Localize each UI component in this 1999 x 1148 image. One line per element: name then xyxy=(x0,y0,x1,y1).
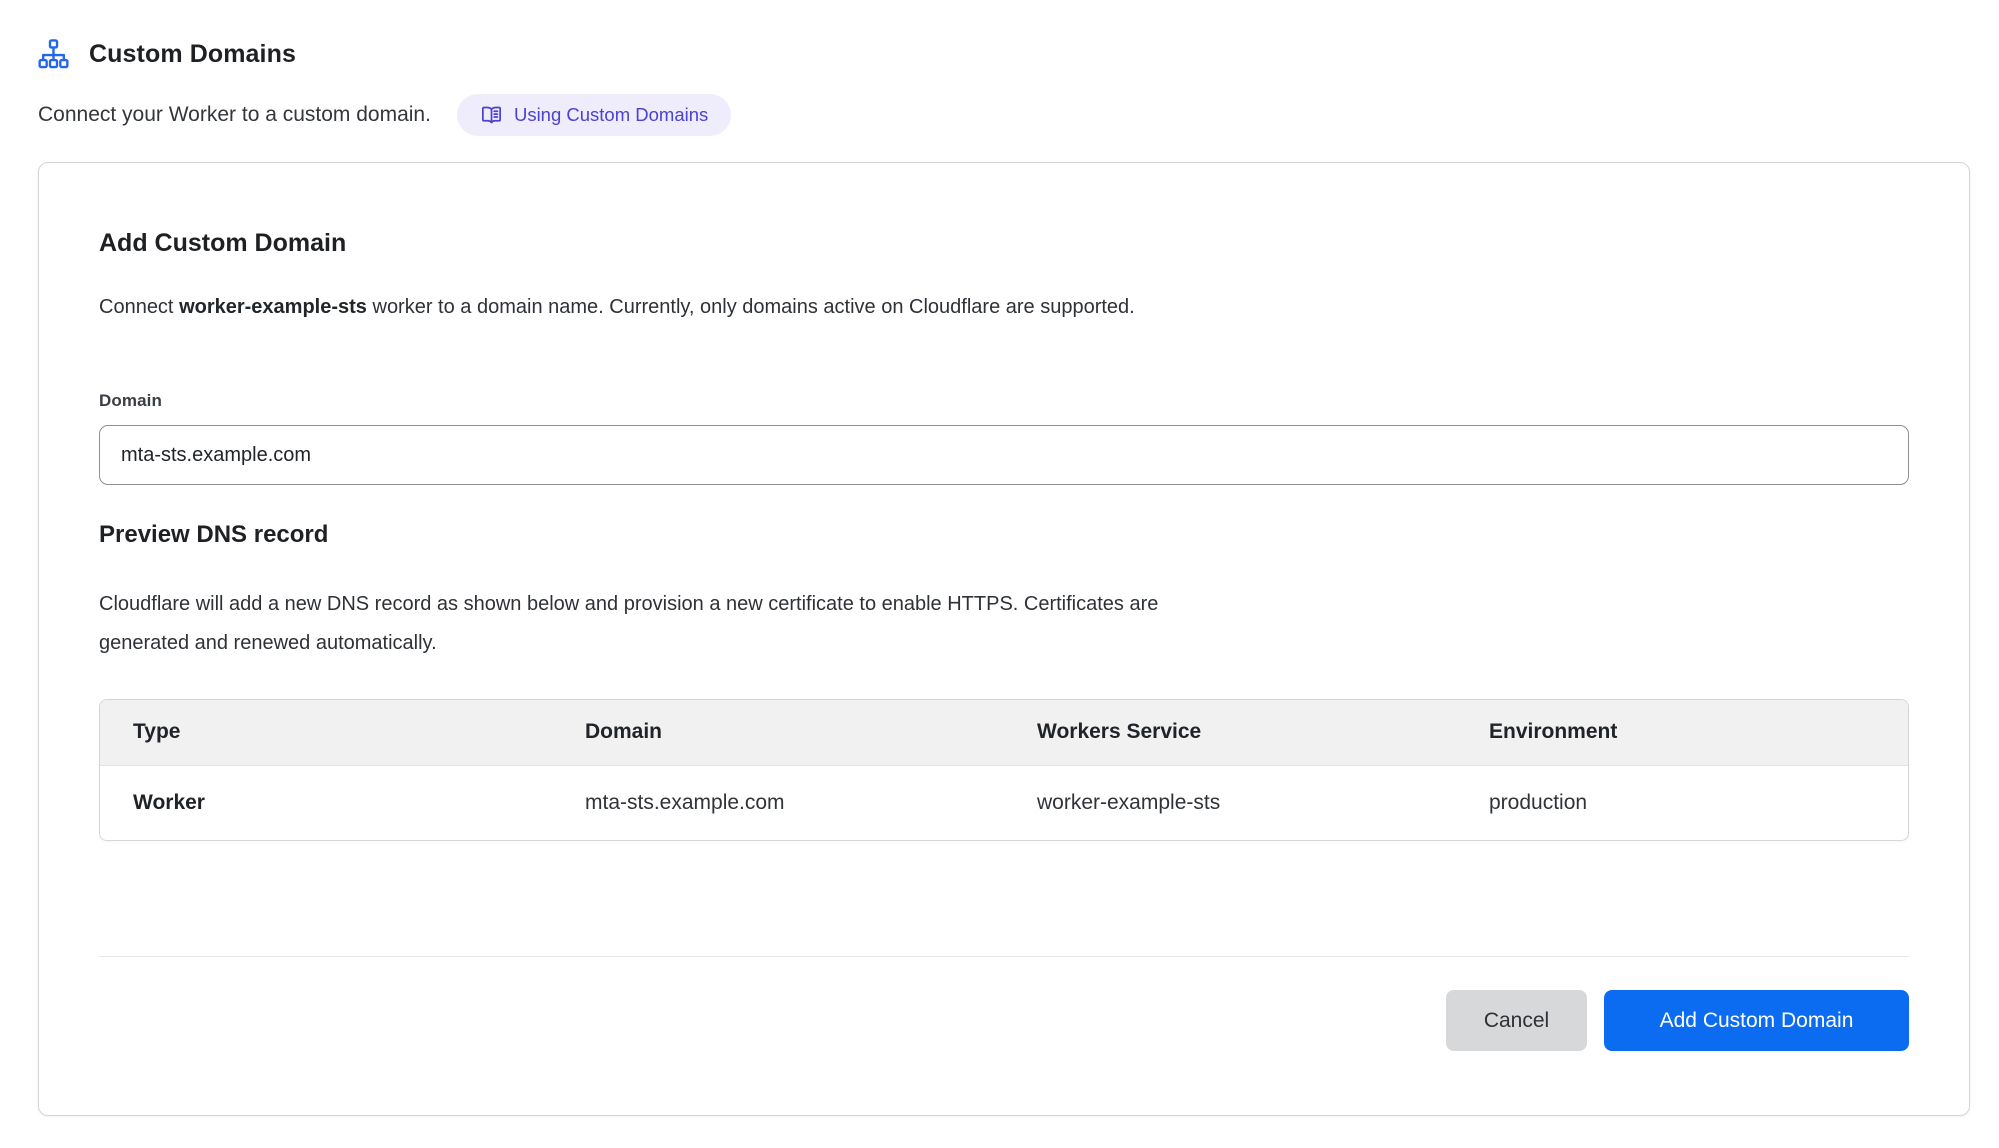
column-header-workers-service: Workers Service xyxy=(1004,700,1456,765)
footer-divider xyxy=(99,956,1909,957)
add-custom-domain-button[interactable]: Add Custom Domain xyxy=(1604,990,1909,1051)
add-custom-domain-card: Add Custom Domain Connect worker-example… xyxy=(38,162,1970,1116)
column-header-environment: Environment xyxy=(1456,700,1908,765)
column-header-type: Type xyxy=(100,700,552,765)
column-header-domain: Domain xyxy=(552,700,1004,765)
domain-input[interactable] xyxy=(99,425,1909,485)
docs-badge-link[interactable]: Using Custom Domains xyxy=(457,94,731,136)
page-header: Custom Domains xyxy=(38,36,1970,72)
table-header-row: Type Domain Workers Service Environment xyxy=(100,700,1908,765)
card-description: Connect worker-example-sts worker to a d… xyxy=(99,296,1909,319)
cancel-button[interactable]: Cancel xyxy=(1446,990,1587,1051)
table-row: Worker mta-sts.example.com worker-exampl… xyxy=(100,765,1908,840)
cell-type: Worker xyxy=(100,765,552,840)
page-subheader: Connect your Worker to a custom domain. … xyxy=(38,94,1970,136)
footer-actions: Cancel Add Custom Domain xyxy=(99,990,1909,1051)
sitemap-icon xyxy=(38,39,69,70)
cell-environment: production xyxy=(1456,765,1908,840)
description-suffix: worker to a domain name. Currently, only… xyxy=(367,296,1135,318)
worker-name: worker-example-sts xyxy=(179,296,367,318)
page-subtitle: Connect your Worker to a custom domain. xyxy=(38,103,431,127)
open-book-icon xyxy=(480,104,503,127)
card-title: Add Custom Domain xyxy=(99,229,1909,258)
cell-workers-service: worker-example-sts xyxy=(1004,765,1456,840)
preview-description-line2: generated and renewed automatically. xyxy=(99,632,437,654)
preview-description-line1: Cloudflare will add a new DNS record as … xyxy=(99,593,1158,615)
preview-dns-heading: Preview DNS record xyxy=(99,521,1909,549)
description-prefix: Connect xyxy=(99,296,179,318)
cell-domain: mta-sts.example.com xyxy=(552,765,1004,840)
custom-domains-page: Custom Domains Connect your Worker to a … xyxy=(0,0,1999,1116)
docs-badge-label: Using Custom Domains xyxy=(514,104,708,126)
domain-label: Domain xyxy=(99,391,1909,411)
page-title: Custom Domains xyxy=(89,40,296,69)
dns-preview-table: Type Domain Workers Service Environment … xyxy=(99,699,1909,841)
preview-dns-description: Cloudflare will add a new DNS record as … xyxy=(99,585,1909,663)
